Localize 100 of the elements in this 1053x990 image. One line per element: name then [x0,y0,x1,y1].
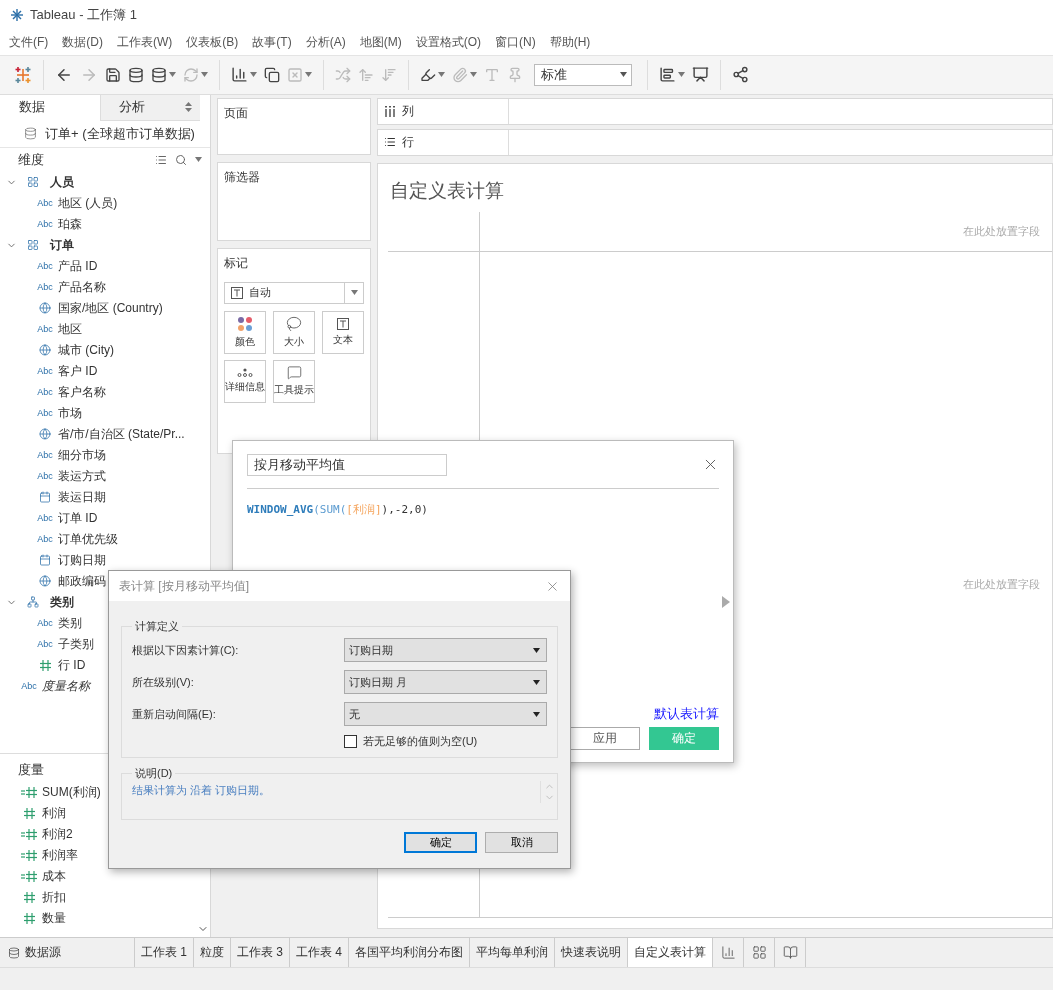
checkbox[interactable] [344,735,357,748]
dimension-field[interactable]: 国家/地区 (Country) [58,299,163,317]
menu-item[interactable]: 窗口(N) [488,33,543,51]
abc-type-icon: Abc [21,681,37,692]
dimension-field[interactable]: 类别 [58,614,82,632]
menu-item[interactable]: 地图(M) [352,33,409,51]
share-icon[interactable] [732,66,749,84]
folder-label[interactable]: 订单 [50,236,74,254]
checkbox-label[interactable]: 若无足够的值则为空(U) [363,734,478,749]
columns-icon [384,105,396,117]
dimension-field[interactable]: 装运日期 [58,488,106,506]
abc-type-icon: Abc [37,618,53,629]
menu-item[interactable]: 数据(D) [55,33,110,51]
caret-icon[interactable] [533,647,540,653]
sheet-title: 自定义表计算 [389,178,505,203]
measure-field[interactable]: 数量 [42,910,66,928]
sheet-tab[interactable]: 自定义表计算 [628,938,714,968]
dimension-field[interactable]: 装运方式 [58,467,106,485]
ok-button[interactable]: 确定 [404,832,477,853]
drop-hint: 在此处放置字段 [963,223,1041,239]
dropdown-select[interactable]: 订购日期 [344,638,547,662]
menu-item[interactable]: 帮助(H) [542,33,598,51]
dimension-field[interactable]: 子类别 [58,635,94,653]
abc-type-icon: Abc [37,639,53,650]
new-story-icon[interactable] [782,945,798,961]
show-me-icon[interactable] [659,66,676,84]
dimension-field[interactable]: 省/市/自治区 (State/Pr... [58,425,185,443]
list-view-icon[interactable] [155,153,167,166]
fit-select[interactable]: 标准 [534,63,632,86]
dimension-field[interactable]: 地区 [58,320,82,338]
menu-item[interactable]: 分析(A) [298,33,353,51]
new-dashboard-icon[interactable] [751,945,767,961]
dimension-field[interactable]: 地区 (人员) [58,194,118,212]
dimension-field[interactable]: 市场 [58,404,82,422]
mark-property-button[interactable]: 文本 [322,310,364,354]
color-dots-icon [237,315,253,332]
folder-label[interactable]: 类别 [50,593,74,611]
dimension-field[interactable]: 客户名称 [58,383,106,401]
dimension-field[interactable]: 客户 ID [58,362,98,380]
default-table-calc-link[interactable]: 默认表计算 [654,705,719,723]
search-icon[interactable] [175,153,187,166]
mark-property-button[interactable]: 大小 [273,310,315,354]
measure-field[interactable]: 成本 [42,868,66,886]
mark-type-select[interactable]: 自动 [224,281,364,304]
data-source-name[interactable]: 订单+ (全球超市订单数据) [45,124,195,143]
pane-tab[interactable]: 分析 [100,94,200,121]
dimension-field[interactable]: 行 ID [58,656,86,674]
folder-label[interactable]: 人员 [50,173,74,191]
cancel-button[interactable]: 取消 [485,832,558,853]
calculated-hash-icon [21,871,37,883]
dimension-field[interactable]: 珀森 [58,215,82,233]
calc-name-field[interactable]: 按月移动平均值 [247,453,447,476]
abc-type-icon: Abc [37,219,53,230]
expand-arrow-icon[interactable] [722,596,730,608]
save-icon[interactable] [105,66,121,83]
hash-icon [39,659,51,671]
mark-property-label: 工具提示 [274,383,314,398]
duplicate-icon[interactable] [264,66,280,83]
menu-item[interactable]: 设置格式(O) [408,33,488,51]
columns-shelf[interactable]: 列 [377,97,1053,125]
menu-item[interactable]: 文件(F) [2,33,56,51]
group-title: 计算定义 [134,619,180,634]
dimension-field[interactable]: 订购日期 [58,551,106,569]
logo-icon[interactable] [14,65,32,84]
measure-field[interactable]: 利润 [42,805,66,823]
apply-button[interactable]: 应用 [570,727,640,750]
highlighter-icon[interactable] [420,66,436,83]
sort-arrows-icon[interactable] [185,102,192,113]
measure-field[interactable]: 利润率 [42,847,78,865]
new-worksheet-icon[interactable] [231,66,248,84]
caret-icon[interactable] [533,679,540,685]
dimension-field[interactable]: 产品 ID [58,257,98,275]
caret-icon[interactable] [533,711,540,717]
dimension-field[interactable]: 产品名称 [58,278,106,296]
dropdown-select[interactable]: 订购日期 月 [344,670,547,694]
mark-property-button[interactable]: 工具提示 [273,359,315,403]
dimension-field[interactable]: 度量名称 [42,677,90,695]
measure-field[interactable]: SUM(利润) [42,784,101,802]
paperclip-icon[interactable] [452,66,468,83]
caret-icon[interactable] [620,72,627,78]
menu-item[interactable]: 仪表板(B) [179,33,246,51]
dimension-field[interactable]: 细分市场 [58,446,106,464]
measure-field[interactable]: 折扣 [42,889,66,907]
calendar-icon [39,554,51,567]
rows-shelf[interactable]: 行 [377,128,1053,156]
mark-property-label: 文本 [333,332,353,347]
mark-property-button[interactable]: 颜色 [224,310,266,354]
dimension-field[interactable]: 订单优先级 [58,530,118,548]
menu-item[interactable]: 故事(T) [245,33,299,51]
hash-icon [23,913,35,925]
dropdown-select[interactable]: 无 [344,702,547,726]
mark-property-button[interactable]: 详细信息 [224,359,266,403]
presentation-icon[interactable] [692,66,709,84]
dimension-field[interactable]: 城市 (City) [58,341,114,359]
measure-field[interactable]: 利润2 [42,826,73,844]
dimension-field[interactable]: 邮政编码 [58,572,106,590]
description-text: 结果计算为 沿着 订购日期。 [132,783,272,798]
dimension-field[interactable]: 订单 ID [58,509,98,527]
menu-item[interactable]: 工作表(W) [110,33,180,51]
globe-icon [39,575,51,588]
